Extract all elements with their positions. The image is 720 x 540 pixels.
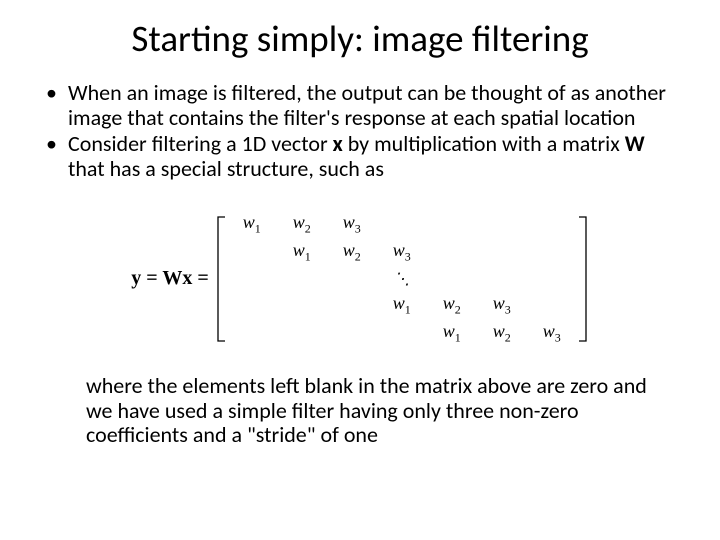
matrix-equation: y = Wx = w1 w2 w3 w1 w2 w3 ⋱ — [36, 210, 684, 348]
matrix-body: w1 w2 w3 w1 w2 w3 ⋱ w1 w2 w3 — [227, 210, 577, 348]
equation-lhs: y = Wx = — [131, 267, 208, 290]
bullet-item: Consider filtering a 1D vector x by mult… — [68, 132, 684, 181]
page-title: Starting simply: image filtering — [36, 16, 684, 61]
bullet-item: When an image is filtered, the output ca… — [68, 81, 684, 130]
bullet-list: When an image is filtered, the output ca… — [36, 81, 684, 182]
left-bracket-icon — [215, 215, 227, 343]
closing-text: where the elements left blank in the mat… — [36, 374, 684, 448]
right-bracket-icon — [577, 215, 589, 343]
slide: Starting simply: image filtering When an… — [0, 0, 720, 540]
